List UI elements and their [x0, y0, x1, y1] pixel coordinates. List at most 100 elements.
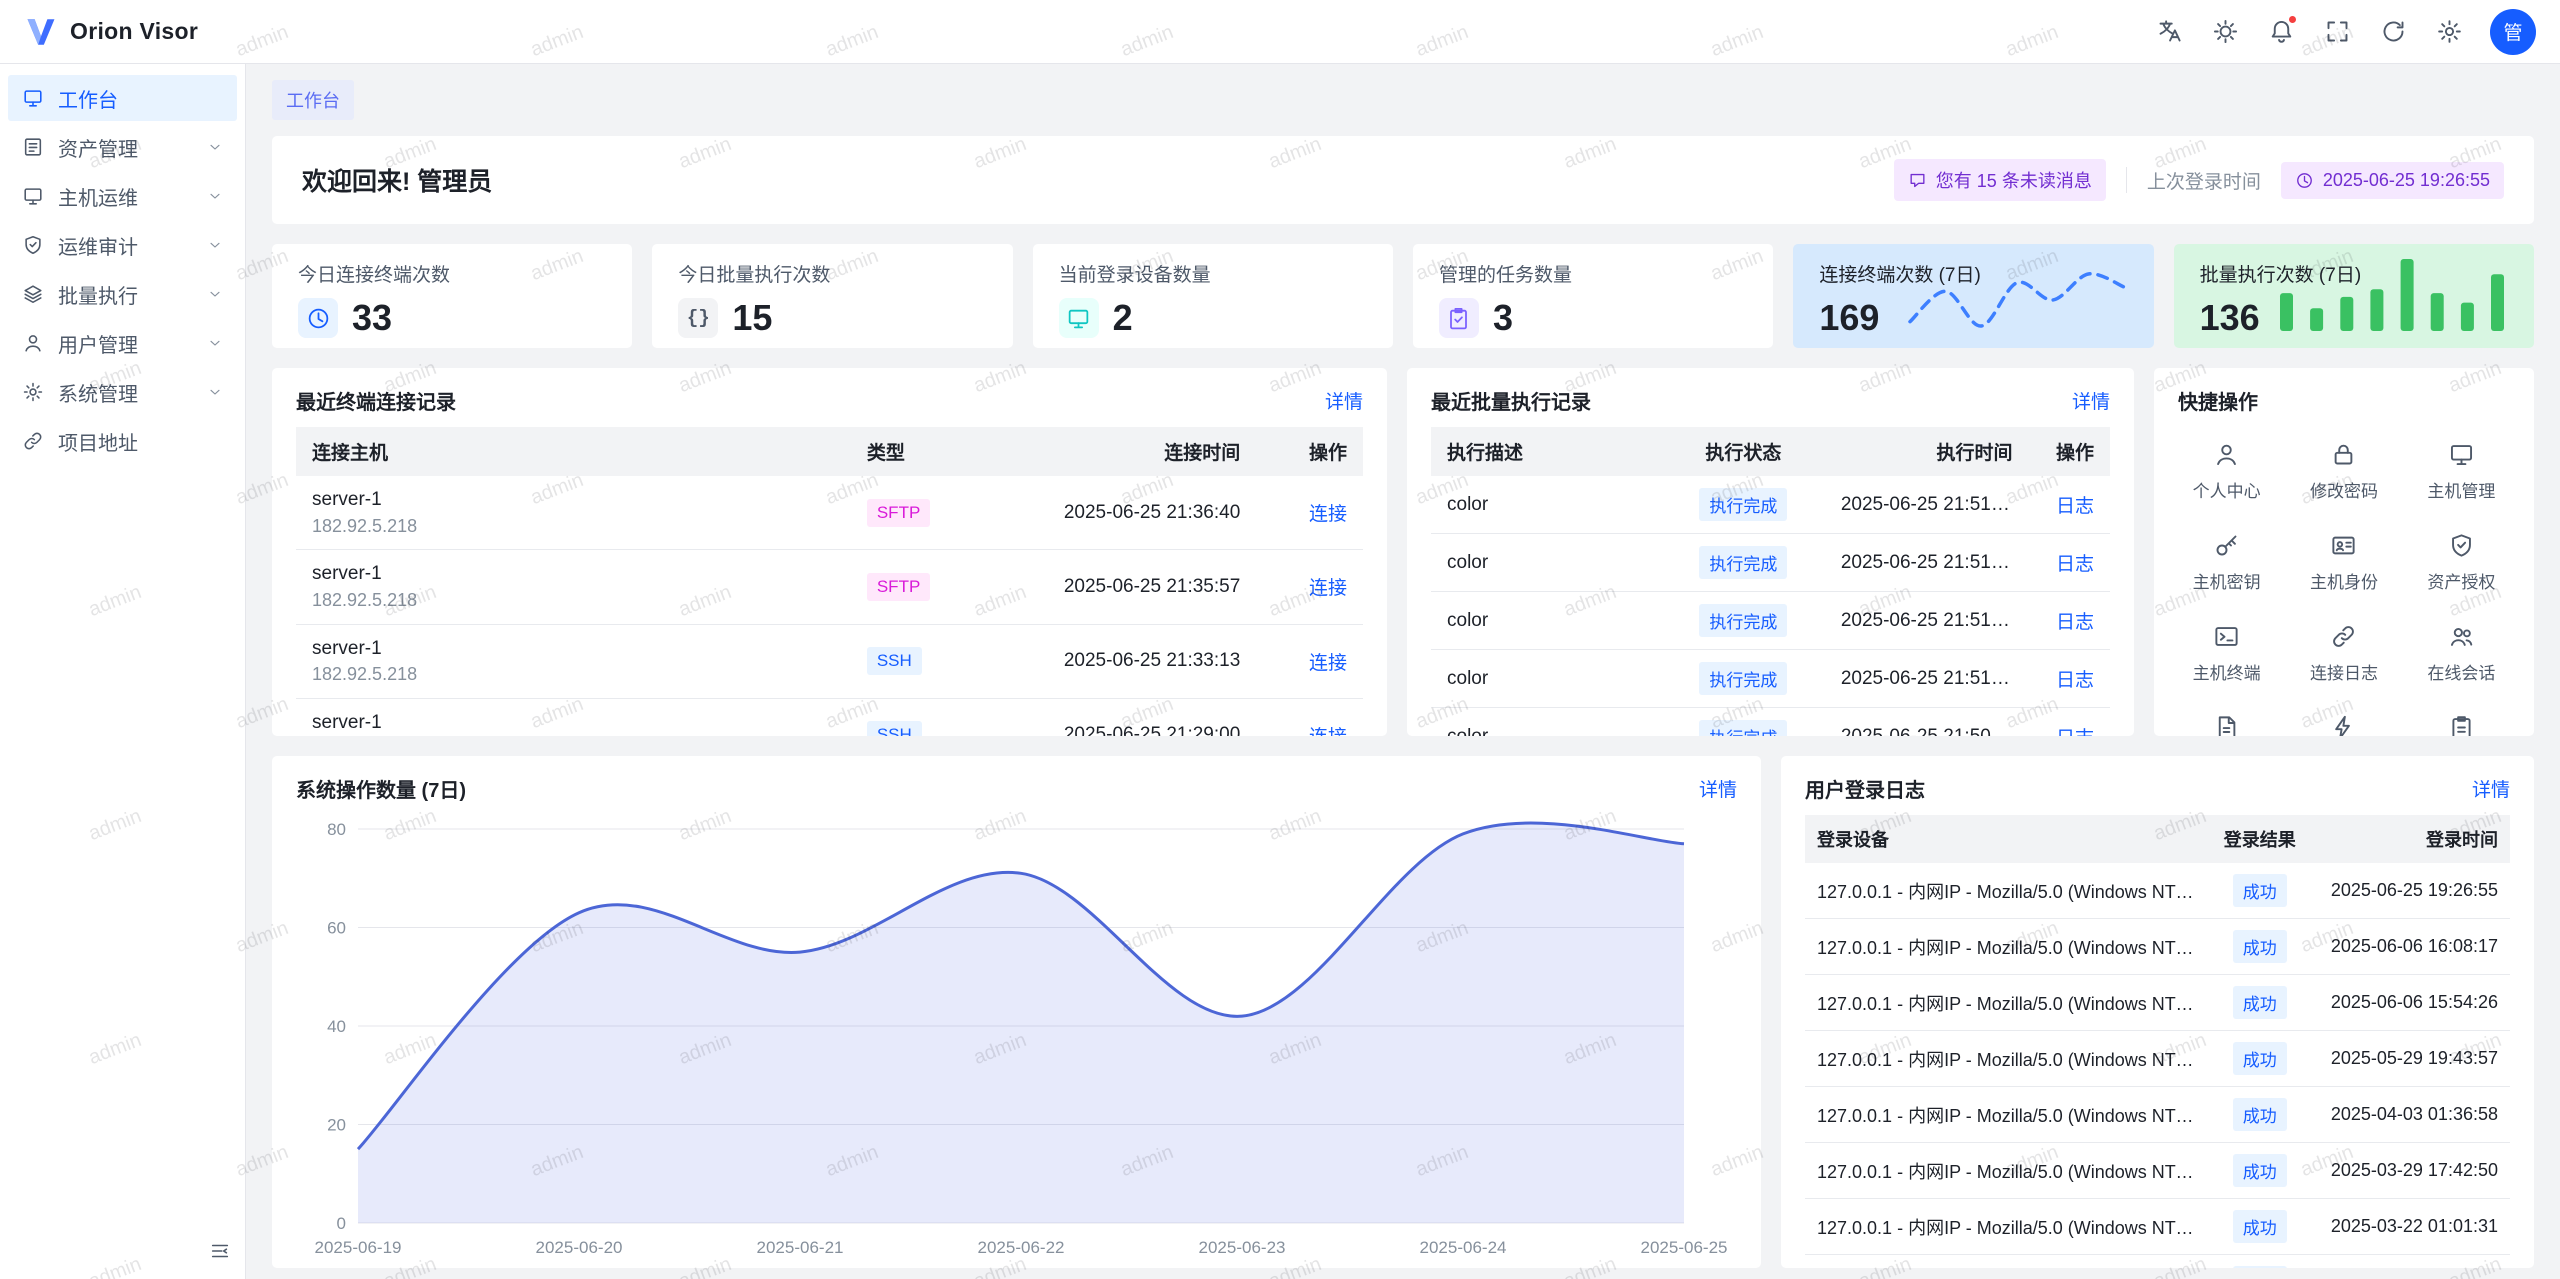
quick-action-personal-center[interactable]: 个人中心 — [2168, 429, 2285, 514]
system-operations-chart: 0204060802025-06-192025-06-202025-06-212… — [296, 815, 1736, 1261]
terminal-connections-panel: 最近终端连接记录 详情 连接主机类型连接时间操作server-1182.92.5… — [272, 368, 1387, 736]
translate-button[interactable] — [2148, 11, 2190, 53]
quick-action-label: 个人中心 — [2193, 477, 2261, 502]
host-name: server-1 — [312, 488, 835, 512]
sidebar-item-ops-audit[interactable]: 运维审计 — [8, 222, 237, 268]
host-name: server-1 — [312, 562, 835, 586]
quick-action-label: 修改密码 — [2310, 477, 2378, 502]
theme-toggle-button[interactable] — [2204, 11, 2246, 53]
login-device: 127.0.0.1 - 内网IP - Mozilla/5.0 (Windows … — [1805, 975, 2207, 1031]
last-login-time: 2025-06-25 19:26:55 — [2323, 170, 2490, 191]
breadcrumb-item-workbench[interactable]: 工作台 — [272, 80, 354, 120]
execution-time: 2025-06-25 21:50:42 — [1825, 708, 2029, 737]
login-result-badge: 成功 — [2233, 986, 2287, 1019]
log-link[interactable]: 日志 — [2056, 554, 2094, 575]
sidebar-item-asset-management[interactable]: 资产管理 — [8, 124, 237, 170]
quick-action-host-terminal[interactable]: 主机终端 — [2168, 611, 2285, 696]
quick-action-change-password[interactable]: 修改密码 — [2285, 429, 2402, 514]
login-log-row: 127.0.0.1 - 内网IP - Mozilla/5.0 (Windows … — [1805, 975, 2510, 1031]
svg-text:0: 0 — [337, 1214, 346, 1233]
log-link[interactable]: 日志 — [2056, 728, 2094, 736]
quick-action-command-execution[interactable]: 命令执行 — [2285, 702, 2402, 736]
terminal-details-link[interactable]: 详情 — [1325, 387, 1363, 414]
quick-action-host-management[interactable]: 主机管理 — [2403, 429, 2520, 514]
quick-action-execution-log[interactable]: 执行日志 — [2403, 702, 2520, 736]
sidebar-item-system-management[interactable]: 系统管理 — [8, 369, 237, 415]
connect-link[interactable]: 连接 — [1309, 653, 1347, 674]
quick-actions-grid: 个人中心 修改密码主机管理主机密钥主机身份资产授权主机终端连接日志在线会话文件操作… — [2154, 427, 2534, 736]
batch-execution-row: color执行完成2025-06-25 21:51:17日志 — [1431, 592, 2110, 650]
svg-text:40: 40 — [327, 1017, 346, 1036]
quick-action-host-identity[interactable]: 主机身份 — [2285, 520, 2402, 605]
shield-icon — [2448, 532, 2475, 559]
refresh-button[interactable] — [2372, 11, 2414, 53]
panel-title: 用户登录日志 — [1805, 774, 1925, 803]
execution-time: 2025-06-25 21:51:17 — [1825, 592, 2029, 650]
terminal-icon — [2213, 623, 2240, 650]
sidebar-item-user-management[interactable]: 用户管理 — [8, 320, 237, 366]
terminal-connection-row: server-1182.92.5.218SSH2025-06-25 21:29:… — [296, 698, 1363, 736]
sidebar-collapse-button[interactable] — [209, 1240, 231, 1267]
host-ip: 182.92.5.218 — [312, 589, 835, 612]
link-icon — [22, 430, 44, 452]
col-header-type: 类型 — [851, 427, 1000, 476]
dashboard-body: 欢迎回来! 管理员 您有 15 条未读消息 上次登录时间 2025-06-25 … — [246, 120, 2560, 1279]
quick-action-file-operation-log[interactable]: 文件操作日志 — [2168, 702, 2285, 736]
connect-link[interactable]: 连接 — [1309, 578, 1347, 599]
sidebar-item-host-ops[interactable]: 主机运维 — [8, 173, 237, 219]
login-result-badge: 成功 — [2233, 874, 2287, 907]
col-header-action: 操作 — [1256, 427, 1363, 476]
quick-action-online-session[interactable]: 在线会话 — [2403, 611, 2520, 696]
quick-action-asset-authorization[interactable]: 资产授权 — [2403, 520, 2520, 605]
topbar: Orion Visor 管 — [0, 0, 2560, 64]
user-avatar[interactable]: 管 — [2490, 9, 2536, 55]
login-details-link[interactable]: 详情 — [2472, 775, 2510, 802]
notifications-button[interactable] — [2260, 11, 2302, 53]
connect-link[interactable]: 连接 — [1309, 504, 1347, 525]
users-icon — [2448, 623, 2475, 650]
log-link[interactable]: 日志 — [2056, 496, 2094, 517]
panel-title: 系统操作数量 (7日) — [296, 774, 466, 803]
quick-action-host-key[interactable]: 主机密钥 — [2168, 520, 2285, 605]
unread-messages-badge[interactable]: 您有 15 条未读消息 — [1894, 159, 2106, 201]
sidebar-item-batch-execution[interactable]: 批量执行 — [8, 271, 237, 317]
ops-details-link[interactable]: 详情 — [1699, 775, 1737, 802]
log-link[interactable]: 日志 — [2056, 670, 2094, 691]
batch-details-link[interactable]: 详情 — [2072, 387, 2110, 414]
batch-execution-row: color执行完成2025-06-25 21:51:51日志 — [1431, 476, 2110, 534]
terminal-connection-row: server-1182.92.5.218SFTP2025-06-25 21:35… — [296, 550, 1363, 624]
settings-button[interactable] — [2428, 11, 2470, 53]
sidebar-item-label: 主机运维 — [58, 182, 193, 211]
sidebar-item-project-url[interactable]: 项目地址 — [8, 418, 237, 464]
svg-text:80: 80 — [327, 820, 346, 839]
stat-card-value: 169 — [1819, 297, 1879, 339]
quick-action-connection-log[interactable]: 连接日志 — [2285, 611, 2402, 696]
lock-icon — [2330, 441, 2357, 468]
login-time: 2025-06-06 15:54:26 — [2313, 975, 2510, 1031]
login-log-row: 127.0.0.1 - 内网IP - Mozilla/5.0 (Windows … — [1805, 1143, 2510, 1199]
idcard-icon — [2330, 532, 2357, 559]
quick-action-label: 主机密钥 — [2193, 568, 2261, 593]
sidebar-item-label: 工作台 — [58, 84, 223, 113]
sidebar-item-label: 批量执行 — [58, 280, 193, 309]
execution-time: 2025-06-25 21:51:51 — [1825, 476, 2029, 534]
sidebar-item-workbench[interactable]: 工作台 — [8, 75, 237, 121]
host-name: server-1 — [312, 637, 835, 661]
fullscreen-button[interactable] — [2316, 11, 2358, 53]
notification-dot — [2287, 14, 2298, 25]
sidebar-item-label: 系统管理 — [58, 378, 193, 407]
app-logo[interactable]: Orion Visor — [24, 15, 198, 49]
file-icon — [2213, 714, 2240, 736]
svg-text:2025-06-21: 2025-06-21 — [757, 1238, 844, 1257]
login-result-badge: 成功 — [2233, 1098, 2287, 1131]
batch-execution-row: color执行完成2025-06-25 21:50:42日志 — [1431, 708, 2110, 737]
login-time: 2025-03-29 17:42:50 — [2313, 1143, 2510, 1199]
login-device: 127.0.0.1 - 内网IP - Mozilla/5.0 (Windows … — [1805, 1031, 2207, 1087]
execution-desc: color — [1431, 708, 1662, 737]
batch-executions-table: 执行描述执行状态执行时间操作color执行完成2025-06-25 21:51:… — [1431, 427, 2110, 736]
login-device: 127.0.0.1 - 内网IP - Mozilla/5.0 (Windows … — [1805, 1255, 2207, 1269]
connect-link[interactable]: 连接 — [1309, 727, 1347, 736]
bolt-icon — [2330, 714, 2357, 736]
connection-time: 2025-06-25 21:29:00 — [1000, 698, 1256, 736]
log-link[interactable]: 日志 — [2056, 612, 2094, 633]
